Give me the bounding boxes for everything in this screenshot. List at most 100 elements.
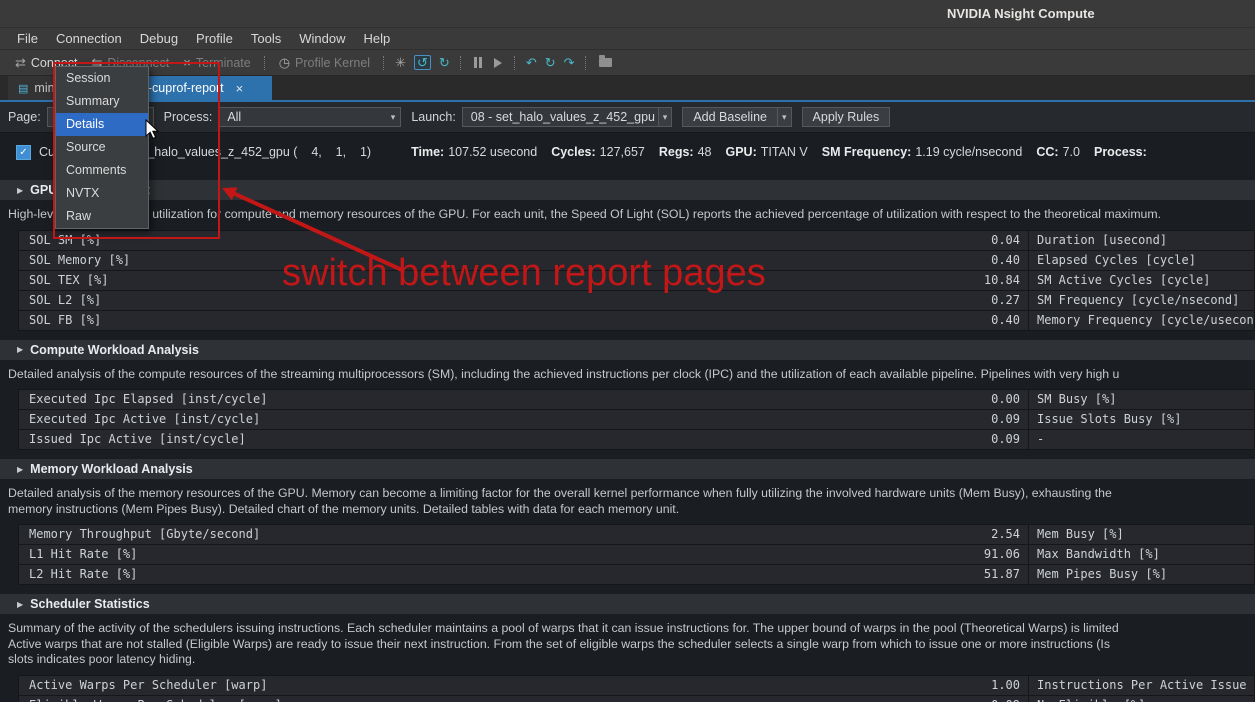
metric-name: Executed Ipc Elapsed [inst/cycle] — [29, 390, 267, 409]
terminate-button[interactable]: × Terminate — [176, 54, 257, 72]
table-row[interactable]: SOL TEX [%]10.84 SM Active Cycles [cycle… — [19, 271, 1254, 291]
metric-value: 10.84 — [984, 271, 1020, 290]
time-value: 107.52 usecond — [448, 145, 537, 159]
sm-frequency-label: SM Frequency: — [822, 145, 912, 159]
profile-kernel-label: Profile Kernel — [295, 56, 370, 70]
sm-frequency-value: 1.19 cycle/nsecond — [915, 145, 1022, 159]
table-row[interactable]: L1 Hit Rate [%]91.06 Max Bandwidth [%] — [19, 545, 1254, 565]
metric-name-2: Max Bandwidth [%] — [1029, 545, 1254, 564]
page-dropdown-menu: Session Summary Details Source Comments … — [55, 66, 149, 229]
menu-help[interactable]: Help — [355, 29, 400, 48]
step-icon[interactable] — [494, 58, 502, 68]
profile-kernel-button[interactable]: ◷ Profile Kernel — [272, 54, 377, 72]
menu-debug[interactable]: Debug — [131, 29, 187, 48]
metric-name: SOL SM [%] — [29, 231, 101, 250]
expand-arrow-icon[interactable]: ▶ — [17, 465, 23, 474]
metric-value: 0.09 — [991, 430, 1020, 449]
expand-arrow-icon[interactable]: ▶ — [17, 186, 23, 195]
expand-arrow-icon[interactable]: ▶ — [17, 345, 23, 354]
main-toolbar: ⇄ Connect ⇆ Disconnect × Terminate ◷ Pro… — [0, 50, 1255, 76]
metrics-table: Memory Throughput [Gbyte/second]2.54 Mem… — [18, 524, 1255, 585]
undo-icon[interactable]: ↶ — [526, 56, 537, 69]
menu-window[interactable]: Window — [290, 29, 354, 48]
window-title: NVIDIA Nsight Compute — [947, 6, 1095, 21]
launch-dropdown-button[interactable]: ▾ — [658, 107, 673, 127]
menu-file[interactable]: File — [8, 29, 47, 48]
process-select[interactable]: All ▾ — [218, 107, 401, 127]
regs-label: Regs: — [659, 145, 694, 159]
tab-label: min — [34, 81, 54, 95]
report-doc-icon: ▤ — [18, 82, 28, 95]
chevron-down-icon: ▾ — [782, 112, 787, 123]
section-gpu-speed-of-light: ▶ GPU Speed Of Light High-level overview… — [0, 180, 1255, 331]
table-row[interactable]: Memory Throughput [Gbyte/second]2.54 Mem… — [19, 525, 1254, 545]
table-row[interactable]: SOL SM [%]0.04 Duration [usecond] — [19, 231, 1254, 251]
metric-value: 0.40 — [991, 311, 1020, 330]
pause-icon[interactable] — [474, 57, 482, 68]
metric-name-2: Issue Slots Busy [%] — [1029, 410, 1254, 429]
page-menu-item-nvtx[interactable]: NVTX — [56, 182, 148, 205]
metric-name: SOL L2 [%] — [29, 291, 101, 310]
apply-rules-label: Apply Rules — [813, 110, 880, 124]
metric-name: Executed Ipc Active [inst/cycle] — [29, 410, 260, 429]
menu-connection[interactable]: Connection — [47, 29, 131, 48]
launch-select[interactable]: 08 - set_halo_values_z_452_gpu ▾ — [462, 107, 659, 127]
launch-label: Launch: — [411, 110, 455, 124]
menu-tools[interactable]: Tools — [242, 29, 290, 48]
result-checkbox[interactable]: ✓ — [16, 145, 31, 160]
table-row[interactable]: SOL L2 [%]0.27 SM Frequency [cycle/nseco… — [19, 291, 1254, 311]
table-row[interactable]: Active Warps Per Scheduler [warp]1.00 In… — [19, 676, 1254, 696]
apply-rules-button[interactable]: Apply Rules — [802, 107, 891, 127]
metric-name-2: SM Active Cycles [cycle] — [1029, 271, 1254, 290]
toolbar-separator — [264, 56, 266, 70]
auto-profile-icon[interactable]: ✳ — [395, 56, 406, 69]
page-menu-item-session[interactable]: Session — [56, 67, 148, 90]
metric-name: L1 Hit Rate [%] — [29, 545, 137, 564]
section-scheduler-statistics: ▶ Scheduler Statistics Summary of the ac… — [0, 594, 1255, 702]
section-header[interactable]: ▶ Scheduler Statistics — [0, 594, 1255, 614]
metric-name: Memory Throughput [Gbyte/second] — [29, 525, 260, 544]
page-menu-item-details[interactable]: Details — [56, 113, 148, 136]
metric-name: Active Warps Per Scheduler [warp] — [29, 676, 267, 695]
section-header[interactable]: ▶ Memory Workload Analysis — [0, 459, 1255, 479]
gpu-label: GPU: — [726, 145, 757, 159]
table-row[interactable]: Issued Ipc Active [inst/cycle]0.09 - — [19, 430, 1254, 450]
page-menu-item-comments[interactable]: Comments — [56, 159, 148, 182]
table-row[interactable]: Executed Ipc Elapsed [inst/cycle] 0.00 SM… — [19, 390, 1254, 410]
page-menu-item-raw[interactable]: Raw — [56, 205, 148, 228]
table-row[interactable]: L2 Hit Rate [%]51.87 Mem Pipes Busy [%] — [19, 565, 1254, 585]
table-row[interactable]: Eligible Warps Per Scheduler [warp]0.09 … — [19, 696, 1254, 702]
metric-name-2: Mem Busy [%] — [1029, 525, 1254, 544]
menu-profile[interactable]: Profile — [187, 29, 242, 48]
table-row[interactable]: Executed Ipc Active [inst/cycle]0.09 Iss… — [19, 410, 1254, 430]
add-baseline-button[interactable]: Add Baseline — [682, 107, 778, 127]
profile-series-icon[interactable]: ↻ — [439, 56, 450, 69]
cycles-label: Cycles: — [551, 145, 595, 159]
interactive-profile-icon[interactable]: ↺ — [414, 55, 431, 70]
reload-icon[interactable]: ↻ — [545, 56, 556, 69]
time-label: Time: — [411, 145, 444, 159]
metric-name-2: No Eligible [%] — [1029, 696, 1254, 702]
section-title: Memory Workload Analysis — [30, 462, 193, 476]
cc-label: CC: — [1036, 145, 1058, 159]
page-menu-item-summary[interactable]: Summary — [56, 90, 148, 113]
toolbar-separator — [383, 56, 385, 70]
expand-arrow-icon[interactable]: ▶ — [17, 600, 23, 609]
metric-name-2: SM Busy [%] — [1029, 390, 1254, 409]
section-header[interactable]: ▶ GPU Speed Of Light — [0, 180, 1255, 200]
terminate-label: Terminate — [196, 56, 251, 70]
metric-value: 0.00 — [991, 390, 1020, 409]
table-row[interactable]: SOL Memory [%]0.40 Elapsed Cycles [cycle… — [19, 251, 1254, 271]
table-row[interactable]: SOL FB [%]0.40 Memory Frequency [cycle/u… — [19, 311, 1254, 331]
section-header[interactable]: ▶ Compute Workload Analysis — [0, 340, 1255, 360]
open-report-icon[interactable] — [599, 58, 612, 67]
section-title: Scheduler Statistics — [30, 597, 150, 611]
close-tab-icon[interactable]: × — [236, 81, 244, 96]
redo-icon[interactable]: ↷ — [564, 56, 575, 69]
cycles-value: 127,657 — [600, 145, 645, 159]
toolbar-separator — [460, 56, 462, 70]
section-description: Detailed analysis of the memory resource… — [0, 479, 1255, 517]
menu-bar: File Connection Debug Profile Tools Wind… — [0, 28, 1255, 50]
page-menu-item-source[interactable]: Source — [56, 136, 148, 159]
add-baseline-dropdown-button[interactable]: ▾ — [777, 107, 792, 127]
